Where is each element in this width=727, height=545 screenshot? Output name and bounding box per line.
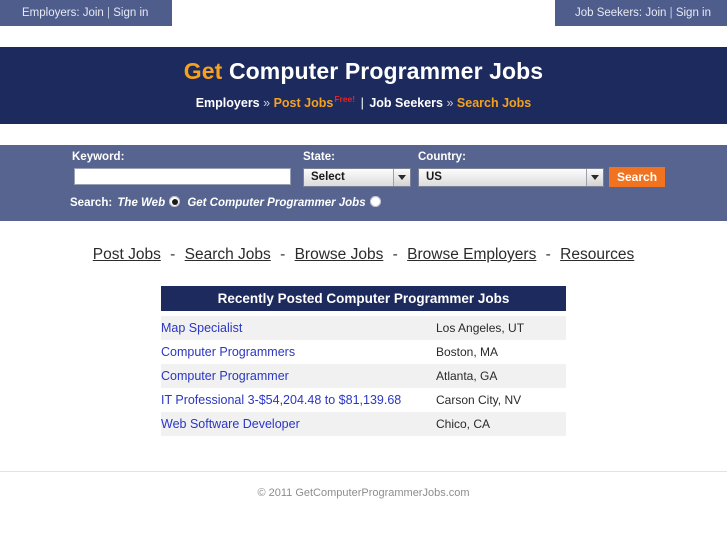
search-button[interactable]: Search xyxy=(609,167,666,187)
title-accent-word: Get xyxy=(183,58,223,84)
nav-separator-3: - xyxy=(392,246,398,263)
job-title-link[interactable]: IT Professional 3-$54,204.48 to $81,139.… xyxy=(161,393,401,407)
jobseekers-prefix-label: Job Seekers: xyxy=(574,7,643,19)
job-title-link[interactable]: Map Specialist xyxy=(161,321,242,335)
employers-account-chip: Employers: Join | Sign in xyxy=(0,0,172,26)
employers-separator: | xyxy=(107,7,111,19)
page-title: Get Computer Programmer Jobs xyxy=(0,57,727,85)
nav-separator-1: - xyxy=(170,246,176,263)
table-row[interactable]: Computer Programmers Boston, MA xyxy=(161,340,566,364)
footer-copyright: © 2011 GetComputerProgrammerJobs.com xyxy=(257,487,470,499)
state-select-value: Select xyxy=(311,171,345,183)
job-search-panel: Keyword: State: Select Country: US Searc… xyxy=(0,145,727,221)
employers-prefix-label: Employers: xyxy=(22,7,80,19)
employers-signin-link[interactable]: Sign in xyxy=(113,7,148,19)
masthead-tagline: Employers » Post JobsFree! | Job Seekers… xyxy=(0,91,727,111)
nav-separator-2: - xyxy=(280,246,286,263)
main-navigation: Post Jobs - Search Jobs - Browse Jobs - … xyxy=(0,246,727,264)
nav-item-resources[interactable]: Resources xyxy=(560,246,634,263)
chevron-right-icon-1: » xyxy=(263,96,271,111)
job-title-cell: Web Software Developer xyxy=(161,412,436,436)
search-scope-radio-group: Search: The Web Get Computer Programmer … xyxy=(70,196,383,209)
nav-item-browse-employers[interactable]: Browse Employers xyxy=(407,246,536,263)
post-jobs-link[interactable]: Post Jobs xyxy=(274,96,334,110)
job-title-link[interactable]: Computer Programmer xyxy=(161,369,289,383)
job-title-cell: Map Specialist xyxy=(161,316,436,340)
table-row[interactable]: Map Specialist Los Angeles, UT xyxy=(161,316,566,340)
tagline-divider: | xyxy=(360,96,364,111)
nav-separator-4: - xyxy=(545,246,551,263)
country-label: Country: xyxy=(418,151,466,163)
employers-join-link[interactable]: Join xyxy=(83,7,104,19)
title-rest: Computer Programmer Jobs xyxy=(222,58,544,84)
table-row[interactable]: IT Professional 3-$54,204.48 to $81,139.… xyxy=(161,388,566,412)
nav-item-search-jobs[interactable]: Search Jobs xyxy=(185,246,271,263)
scope-web-radio[interactable] xyxy=(169,196,181,207)
top-account-bar: Employers: Join | Sign in Job Seekers: J… xyxy=(0,0,727,26)
search-input[interactable] xyxy=(74,168,291,185)
free-badge: Free! xyxy=(334,94,356,104)
nav-item-post-jobs[interactable]: Post Jobs xyxy=(93,246,161,263)
chevron-right-icon-2: » xyxy=(446,96,454,111)
footer-divider xyxy=(0,471,727,472)
scope-site-label: Get Computer Programmer Jobs xyxy=(187,197,366,209)
site-masthead: Get Computer Programmer Jobs Employers »… xyxy=(0,47,727,124)
job-title-link[interactable]: Web Software Developer xyxy=(161,417,300,431)
state-label: State: xyxy=(303,151,335,163)
state-select[interactable]: Select xyxy=(303,168,411,187)
recent-jobs-table: Map Specialist Los Angeles, UT Computer … xyxy=(161,316,566,436)
job-location-cell: Los Angeles, UT xyxy=(436,316,566,340)
search-jobs-link[interactable]: Search Jobs xyxy=(457,96,531,110)
country-select-value: US xyxy=(426,171,442,183)
job-location-cell: Atlanta, GA xyxy=(436,364,566,388)
job-title-link[interactable]: Computer Programmers xyxy=(161,345,295,359)
chevron-down-icon-country[interactable] xyxy=(586,169,603,186)
country-select[interactable]: US xyxy=(418,168,604,187)
job-title-cell: IT Professional 3-$54,204.48 to $81,139.… xyxy=(161,388,436,412)
table-row[interactable]: Computer Programmer Atlanta, GA xyxy=(161,364,566,388)
job-title-cell: Computer Programmer xyxy=(161,364,436,388)
recent-jobs-heading: Recently Posted Computer Programmer Jobs xyxy=(161,286,566,311)
nav-item-browse-jobs[interactable]: Browse Jobs xyxy=(295,246,384,263)
search-scope-label: Search: xyxy=(70,197,113,209)
tagline-employers-label: Employers xyxy=(195,96,260,111)
jobseekers-join-link[interactable]: Join xyxy=(645,7,666,19)
scope-site-radio[interactable] xyxy=(369,196,381,207)
table-row[interactable]: Web Software Developer Chico, CA xyxy=(161,412,566,436)
jobseekers-signin-link[interactable]: Sign in xyxy=(676,7,711,19)
recent-jobs-panel: Recently Posted Computer Programmer Jobs… xyxy=(161,286,566,436)
jobseekers-account-chip: Job Seekers: Join | Sign in xyxy=(555,0,727,26)
job-title-cell: Computer Programmers xyxy=(161,340,436,364)
jobseekers-separator: | xyxy=(669,7,673,19)
chevron-down-icon-state[interactable] xyxy=(393,169,410,186)
scope-web-label: The Web xyxy=(117,197,166,209)
job-location-cell: Boston, MA xyxy=(436,340,566,364)
job-location-cell: Carson City, NV xyxy=(436,388,566,412)
keyword-label: Keyword: xyxy=(72,151,125,163)
job-location-cell: Chico, CA xyxy=(436,412,566,436)
tagline-jobseekers-label: Job Seekers xyxy=(369,96,443,111)
